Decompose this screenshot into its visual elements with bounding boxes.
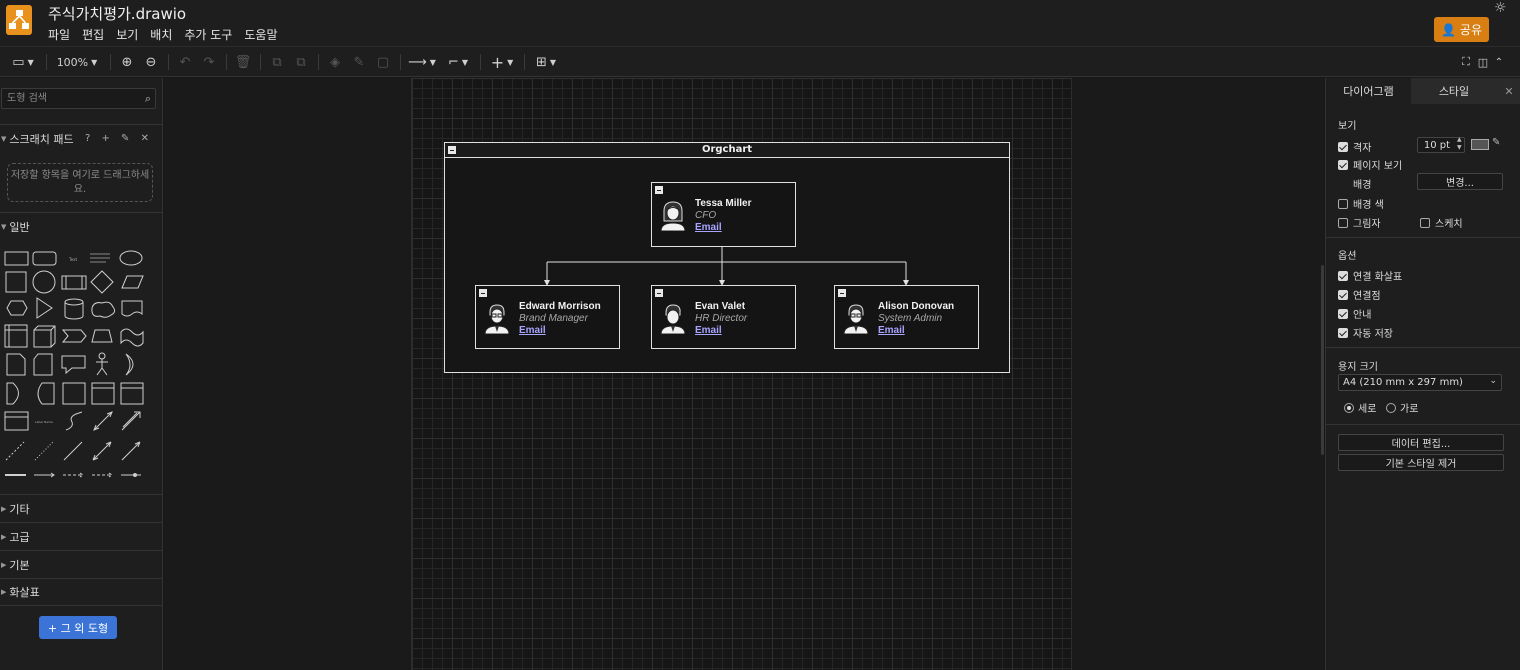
tab-style[interactable]: 스타일 [1411, 78, 1497, 104]
shadow-label: 그림자 [1353, 219, 1381, 230]
org-card-ceo[interactable]: Tessa Miller CFO Email [651, 182, 796, 247]
grid-label: 격자 [1353, 143, 1372, 154]
landscape-label: 가로 [1400, 404, 1419, 415]
page-view-checkbox[interactable] [1338, 159, 1348, 170]
connection-points-label: 연결점 [1353, 291, 1381, 302]
male-avatar-icon [660, 304, 686, 334]
guides-checkbox[interactable] [1338, 308, 1348, 319]
sketch-checkbox[interactable] [1420, 217, 1430, 228]
format-panel: 다이어그램 스타일 ✕ 보기 격자 10 pt ▲ ▼ ✎ 페이지 보기 배경 변… [1325, 78, 1520, 670]
email-link[interactable]: Email [519, 325, 546, 336]
background-color-label: 배경 색 [1353, 200, 1384, 211]
collapse-toggle-icon[interactable] [838, 289, 846, 297]
portrait-option[interactable]: 세로 [1344, 400, 1376, 415]
page-view-option[interactable]: 페이지 보기 [1338, 157, 1402, 172]
options-section-title: 옵션 [1338, 251, 1357, 262]
org-card-brand-manager[interactable]: Edward Morrison Brand Manager Email [475, 285, 620, 349]
collapse-toggle-icon[interactable] [655, 289, 663, 297]
person-name: Tessa Miller [695, 198, 752, 209]
male-avatar-icon [843, 304, 869, 334]
shadow-option[interactable]: 그림자 [1338, 215, 1381, 230]
paper-size-section-title: 용지 크기 [1338, 362, 1378, 373]
email-link[interactable]: Email [695, 222, 722, 233]
drawio-app: 주식가치평가.drawio 파일 편집 보기 배치 추가 도구 도움말 👤 공유… [0, 0, 1520, 670]
person-role: System Admin [878, 313, 943, 324]
collapse-toggle-icon[interactable] [655, 186, 663, 194]
person-name: Alison Donovan [878, 301, 955, 312]
connection-points-checkbox[interactable] [1338, 289, 1348, 300]
sketch-label: 스케치 [1435, 219, 1463, 230]
portrait-radio[interactable] [1344, 402, 1354, 413]
landscape-option[interactable]: 가로 [1386, 400, 1418, 415]
background-label: 배경 [1353, 180, 1372, 191]
guides-label: 안내 [1353, 310, 1372, 321]
autosave-label: 자동 저장 [1353, 329, 1393, 340]
paper-size-select[interactable]: A4 (210 mm x 297 mm) ⌄ [1338, 374, 1502, 391]
grid-color-swatch[interactable] [1471, 139, 1489, 150]
shadow-checkbox[interactable] [1338, 217, 1348, 228]
format-tabs: 다이어그램 스타일 ✕ [1326, 78, 1520, 104]
close-panel-icon[interactable]: ✕ [1497, 78, 1520, 104]
email-link[interactable]: Email [878, 325, 905, 336]
grid-size-value: 10 pt [1423, 139, 1450, 151]
org-card-hr-director[interactable]: Evan Valet HR Director Email [651, 285, 796, 349]
grid-checkbox[interactable] [1338, 141, 1348, 152]
connection-arrows-checkbox[interactable] [1338, 270, 1348, 281]
person-name: Edward Morrison [519, 301, 601, 312]
autosave-checkbox[interactable] [1338, 327, 1348, 338]
page-view-label: 페이지 보기 [1353, 161, 1403, 172]
female-avatar-icon [660, 201, 686, 231]
org-card-system-admin[interactable]: Alison Donovan System Admin Email [834, 285, 979, 349]
portrait-label: 세로 [1358, 404, 1377, 415]
collapse-toggle-icon[interactable] [479, 289, 487, 297]
paper-size-value: A4 (210 mm x 297 mm) [1343, 377, 1463, 388]
guides-option[interactable]: 안내 [1338, 306, 1371, 321]
person-name: Evan Valet [695, 301, 746, 312]
connection-arrows-option[interactable]: 연결 화살표 [1338, 268, 1402, 283]
background-color-checkbox[interactable] [1338, 198, 1348, 209]
email-link[interactable]: Email [695, 325, 722, 336]
chevron-down-icon: ⌄ [1489, 376, 1497, 386]
connection-points-option[interactable]: 연결점 [1338, 287, 1381, 302]
tab-diagram[interactable]: 다이어그램 [1326, 78, 1411, 104]
person-role: HR Director [695, 313, 748, 324]
male-avatar-icon [484, 304, 510, 334]
change-background-button[interactable]: 변경... [1417, 173, 1503, 190]
connection-arrows-label: 연결 화살표 [1353, 272, 1403, 283]
eyedropper-icon[interactable]: ✎ [1492, 137, 1500, 148]
grid-option[interactable]: 격자 [1338, 139, 1371, 154]
view-section-title: 보기 [1338, 121, 1357, 132]
edit-data-button[interactable]: 데이터 편집... [1338, 434, 1504, 451]
person-role: Brand Manager [519, 313, 588, 324]
person-role: CFO [695, 210, 717, 221]
grid-size-stepper[interactable]: ▲ ▼ [1457, 136, 1462, 152]
background-color-option[interactable]: 배경 색 [1338, 196, 1384, 211]
landscape-radio[interactable] [1386, 402, 1396, 413]
autosave-option[interactable]: 자동 저장 [1338, 325, 1393, 340]
sketch-option[interactable]: 스케치 [1420, 215, 1463, 230]
clear-default-style-button[interactable]: 기본 스타일 제거 [1338, 454, 1504, 471]
